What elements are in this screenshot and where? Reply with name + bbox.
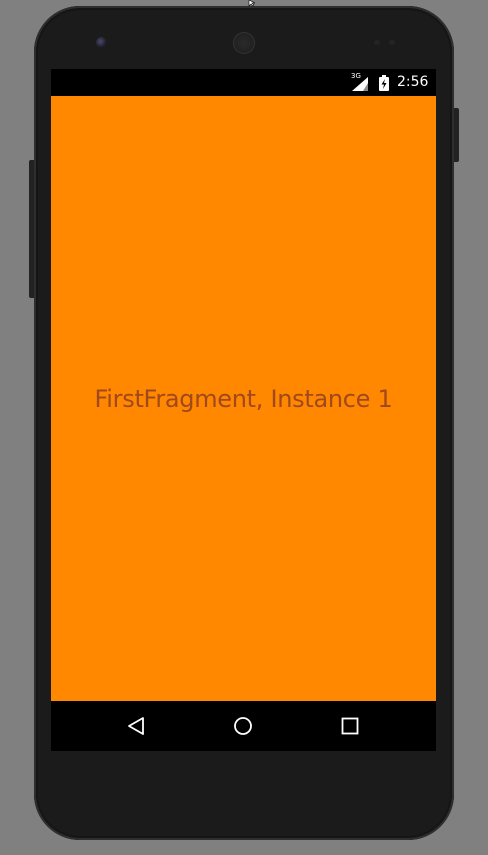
home-icon (234, 717, 252, 735)
back-icon (128, 717, 144, 735)
back-button[interactable] (123, 713, 149, 739)
emulator-stage: 3G 2:56 FirstFragment, Instance 1 (0, 0, 488, 855)
status-clock: 2:56 (397, 74, 429, 90)
recents-button[interactable] (337, 713, 363, 739)
signal-icon (352, 77, 368, 91)
home-button[interactable] (230, 713, 256, 739)
fragment-container: FirstFragment, Instance 1 (51, 96, 436, 701)
earpiece-speaker (233, 32, 255, 54)
status-bar: 3G 2:56 (51, 69, 436, 96)
battery-charging-icon (379, 75, 389, 91)
navigation-bar (51, 701, 436, 751)
proximity-sensor (374, 40, 380, 45)
recents-icon (341, 717, 359, 735)
device-screen: 3G 2:56 FirstFragment, Instance 1 (51, 69, 436, 751)
light-sensor (389, 40, 395, 45)
front-camera-icon (96, 37, 107, 48)
fragment-label: FirstFragment, Instance 1 (94, 384, 393, 413)
